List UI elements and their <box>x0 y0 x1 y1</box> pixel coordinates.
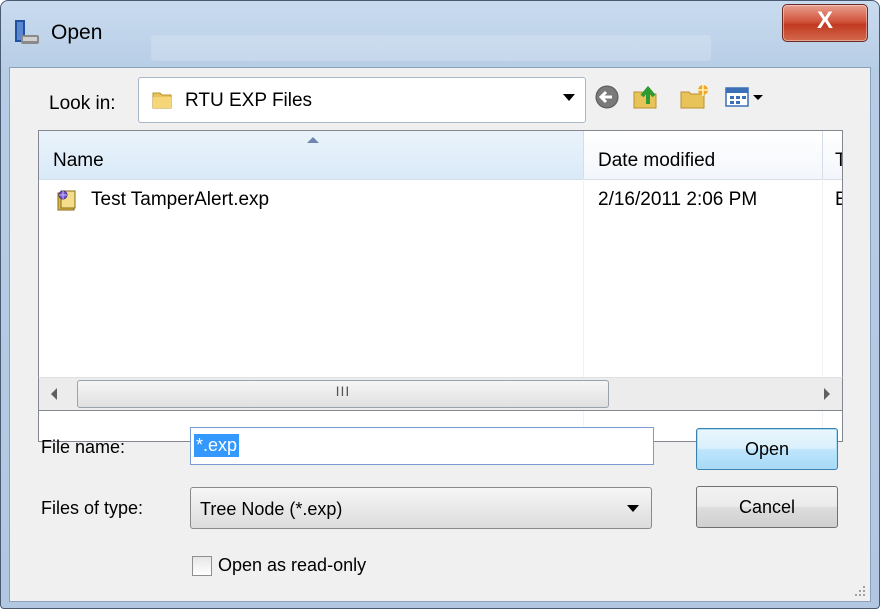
scroll-right-icon[interactable] <box>824 388 830 400</box>
column-header-type[interactable]: Ty <box>823 131 842 179</box>
column-header-date-label: Date modified <box>598 150 716 171</box>
up-folder-icon[interactable] <box>630 82 664 112</box>
look-in-value: RTU EXP Files <box>185 90 313 111</box>
thumb-grip-icon: III <box>335 383 351 399</box>
open-dialog-window: Open X Look in: RTU EXP Files Name Date … <box>0 0 880 609</box>
list-header: Name Date modified Ty <box>39 131 842 180</box>
file-name-label: File name: <box>41 437 126 457</box>
title-bar[interactable]: Open X <box>1 1 879 67</box>
files-of-type-value: Tree Node (*.exp) <box>200 499 343 519</box>
close-icon: X <box>816 7 833 34</box>
look-in-label: Look in: <box>49 93 116 114</box>
column-header-name-label: Name <box>53 150 104 171</box>
sort-ascending-icon <box>307 137 319 143</box>
view-menu-icon[interactable] <box>722 82 770 112</box>
scroll-left-icon[interactable] <box>51 388 57 400</box>
back-icon[interactable] <box>592 82 626 112</box>
dialog-body: Look in: RTU EXP Files Name Date modifie… <box>9 67 871 602</box>
file-name-input[interactable]: *.exp <box>190 427 654 465</box>
cancel-button[interactable]: Cancel <box>696 486 838 528</box>
files-of-type-label: Files of type: <box>41 498 144 518</box>
folder-icon <box>152 92 172 109</box>
app-icon <box>15 20 39 44</box>
type-cell: Ex <box>835 189 842 211</box>
horizontal-scrollbar[interactable]: III <box>38 377 843 411</box>
close-button[interactable]: X <box>782 4 868 42</box>
read-only-label[interactable]: Open as read-only <box>218 555 366 576</box>
chevron-down-icon[interactable] <box>627 505 639 512</box>
open-button[interactable]: Open <box>696 428 838 470</box>
new-folder-icon[interactable] <box>678 82 712 112</box>
read-only-checkbox[interactable] <box>192 556 212 576</box>
column-header-type-label: Ty <box>835 150 842 172</box>
files-of-type-dropdown[interactable]: Tree Node (*.exp) <box>190 487 652 529</box>
date-modified-cell: 2/16/2011 2:06 PM <box>598 189 758 210</box>
file-name-value: *.exp <box>194 434 240 457</box>
background-window-ghost <box>151 35 711 61</box>
file-name-cell: Test TamperAlert.exp <box>91 189 270 210</box>
look-in-dropdown[interactable]: RTU EXP Files <box>138 77 586 123</box>
list-item[interactable]: Test TamperAlert.exp 2/16/2011 2:06 PM E… <box>39 183 842 217</box>
scrollbar-thumb[interactable]: III <box>77 380 609 408</box>
column-header-name[interactable]: Name <box>39 131 584 179</box>
exp-file-icon <box>57 190 76 211</box>
column-header-date-modified[interactable]: Date modified <box>584 131 823 179</box>
chevron-down-icon[interactable] <box>563 94 575 101</box>
window-title: Open <box>51 21 103 44</box>
resize-grip-icon[interactable] <box>854 585 866 597</box>
